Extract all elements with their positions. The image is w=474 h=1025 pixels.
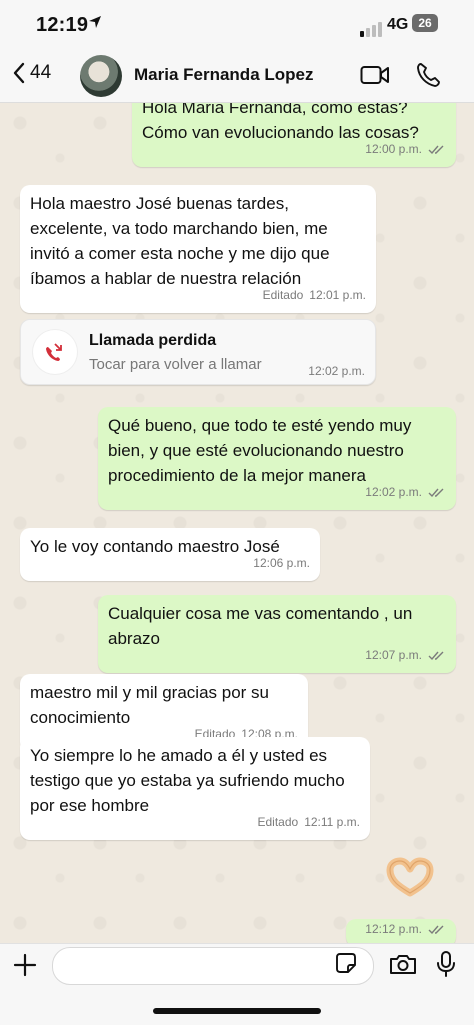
video-call-icon[interactable] bbox=[360, 64, 390, 86]
message-time: 12:00 p.m. bbox=[365, 142, 422, 156]
camera-icon[interactable] bbox=[388, 952, 418, 976]
unread-count: 44 bbox=[30, 62, 52, 83]
missed-call-subtitle: Tocar para volver a llamar bbox=[89, 356, 262, 373]
sticker-icon[interactable] bbox=[334, 951, 358, 975]
signal-icon bbox=[360, 19, 384, 37]
message-incoming[interactable]: Yo le voy contando maestro José 12:06 p.… bbox=[20, 528, 320, 581]
message-incoming[interactable]: Hola maestro José buenas tardes, excelen… bbox=[20, 185, 376, 313]
chat-area[interactable]: Hola Maria Fernanda, como estas? Cómo va… bbox=[0, 103, 474, 943]
missed-call-title: Llamada perdida bbox=[89, 332, 217, 349]
message-outgoing[interactable]: Cualquier cosa me vas comentando , un ab… bbox=[98, 595, 456, 673]
status-bar: 12:19 4G 26 bbox=[0, 0, 474, 50]
double-check-icon bbox=[428, 651, 444, 660]
message-time: 12:07 p.m. bbox=[365, 648, 422, 662]
battery-icon: 26 bbox=[412, 14, 438, 32]
network-label: 4G bbox=[387, 16, 409, 33]
message-text: Yo siempre lo he amado a él y usted es t… bbox=[30, 746, 345, 815]
message-incoming[interactable]: Yo siempre lo he amado a él y usted es t… bbox=[20, 737, 370, 840]
plus-icon[interactable] bbox=[12, 952, 38, 978]
message-time: 12:02 p.m. bbox=[308, 364, 365, 378]
chat-header: 44 Maria Fernanda Lopez bbox=[0, 50, 474, 103]
message-time: 12:01 p.m. bbox=[309, 288, 366, 302]
message-outgoing[interactable]: Qué bueno, que todo te esté yendo muy bi… bbox=[98, 407, 456, 510]
double-check-icon bbox=[428, 488, 444, 497]
message-outgoing[interactable]: Hola Maria Fernanda, como estas? Cómo va… bbox=[132, 103, 456, 167]
location-arrow-icon bbox=[89, 16, 101, 28]
home-indicator bbox=[153, 1008, 321, 1014]
status-time: 12:19 bbox=[36, 14, 89, 36]
missed-call-icon bbox=[33, 330, 77, 374]
edited-label: Editado bbox=[257, 815, 299, 829]
message-text: Qué bueno, que todo te esté yendo muy bi… bbox=[108, 416, 412, 485]
phone-call-icon[interactable] bbox=[416, 62, 440, 88]
message-time: 12:12 p.m. bbox=[365, 922, 422, 936]
message-text: Hola maestro José buenas tardes, excelen… bbox=[30, 194, 330, 288]
double-check-icon bbox=[428, 925, 444, 934]
edited-label: Editado bbox=[262, 288, 304, 302]
contact-name[interactable]: Maria Fernanda Lopez bbox=[134, 65, 313, 85]
message-time: 12:06 p.m. bbox=[253, 556, 310, 570]
avatar[interactable] bbox=[80, 55, 122, 97]
back-button[interactable]: 44 bbox=[12, 62, 51, 84]
microphone-icon[interactable] bbox=[436, 950, 456, 978]
composer-bar bbox=[0, 943, 474, 1025]
heart-hands-emoji[interactable]: 🫶🏼 bbox=[386, 857, 434, 897]
message-time: 12:02 p.m. bbox=[365, 485, 422, 499]
double-check-icon bbox=[428, 145, 444, 154]
missed-call-card[interactable]: Llamada perdida Tocar para volver a llam… bbox=[20, 319, 376, 385]
message-outgoing[interactable]: 12:12 p.m. bbox=[346, 919, 456, 943]
message-input[interactable] bbox=[52, 947, 374, 985]
message-time: 12:11 p.m. bbox=[304, 815, 360, 829]
chevron-left-icon bbox=[13, 62, 25, 84]
